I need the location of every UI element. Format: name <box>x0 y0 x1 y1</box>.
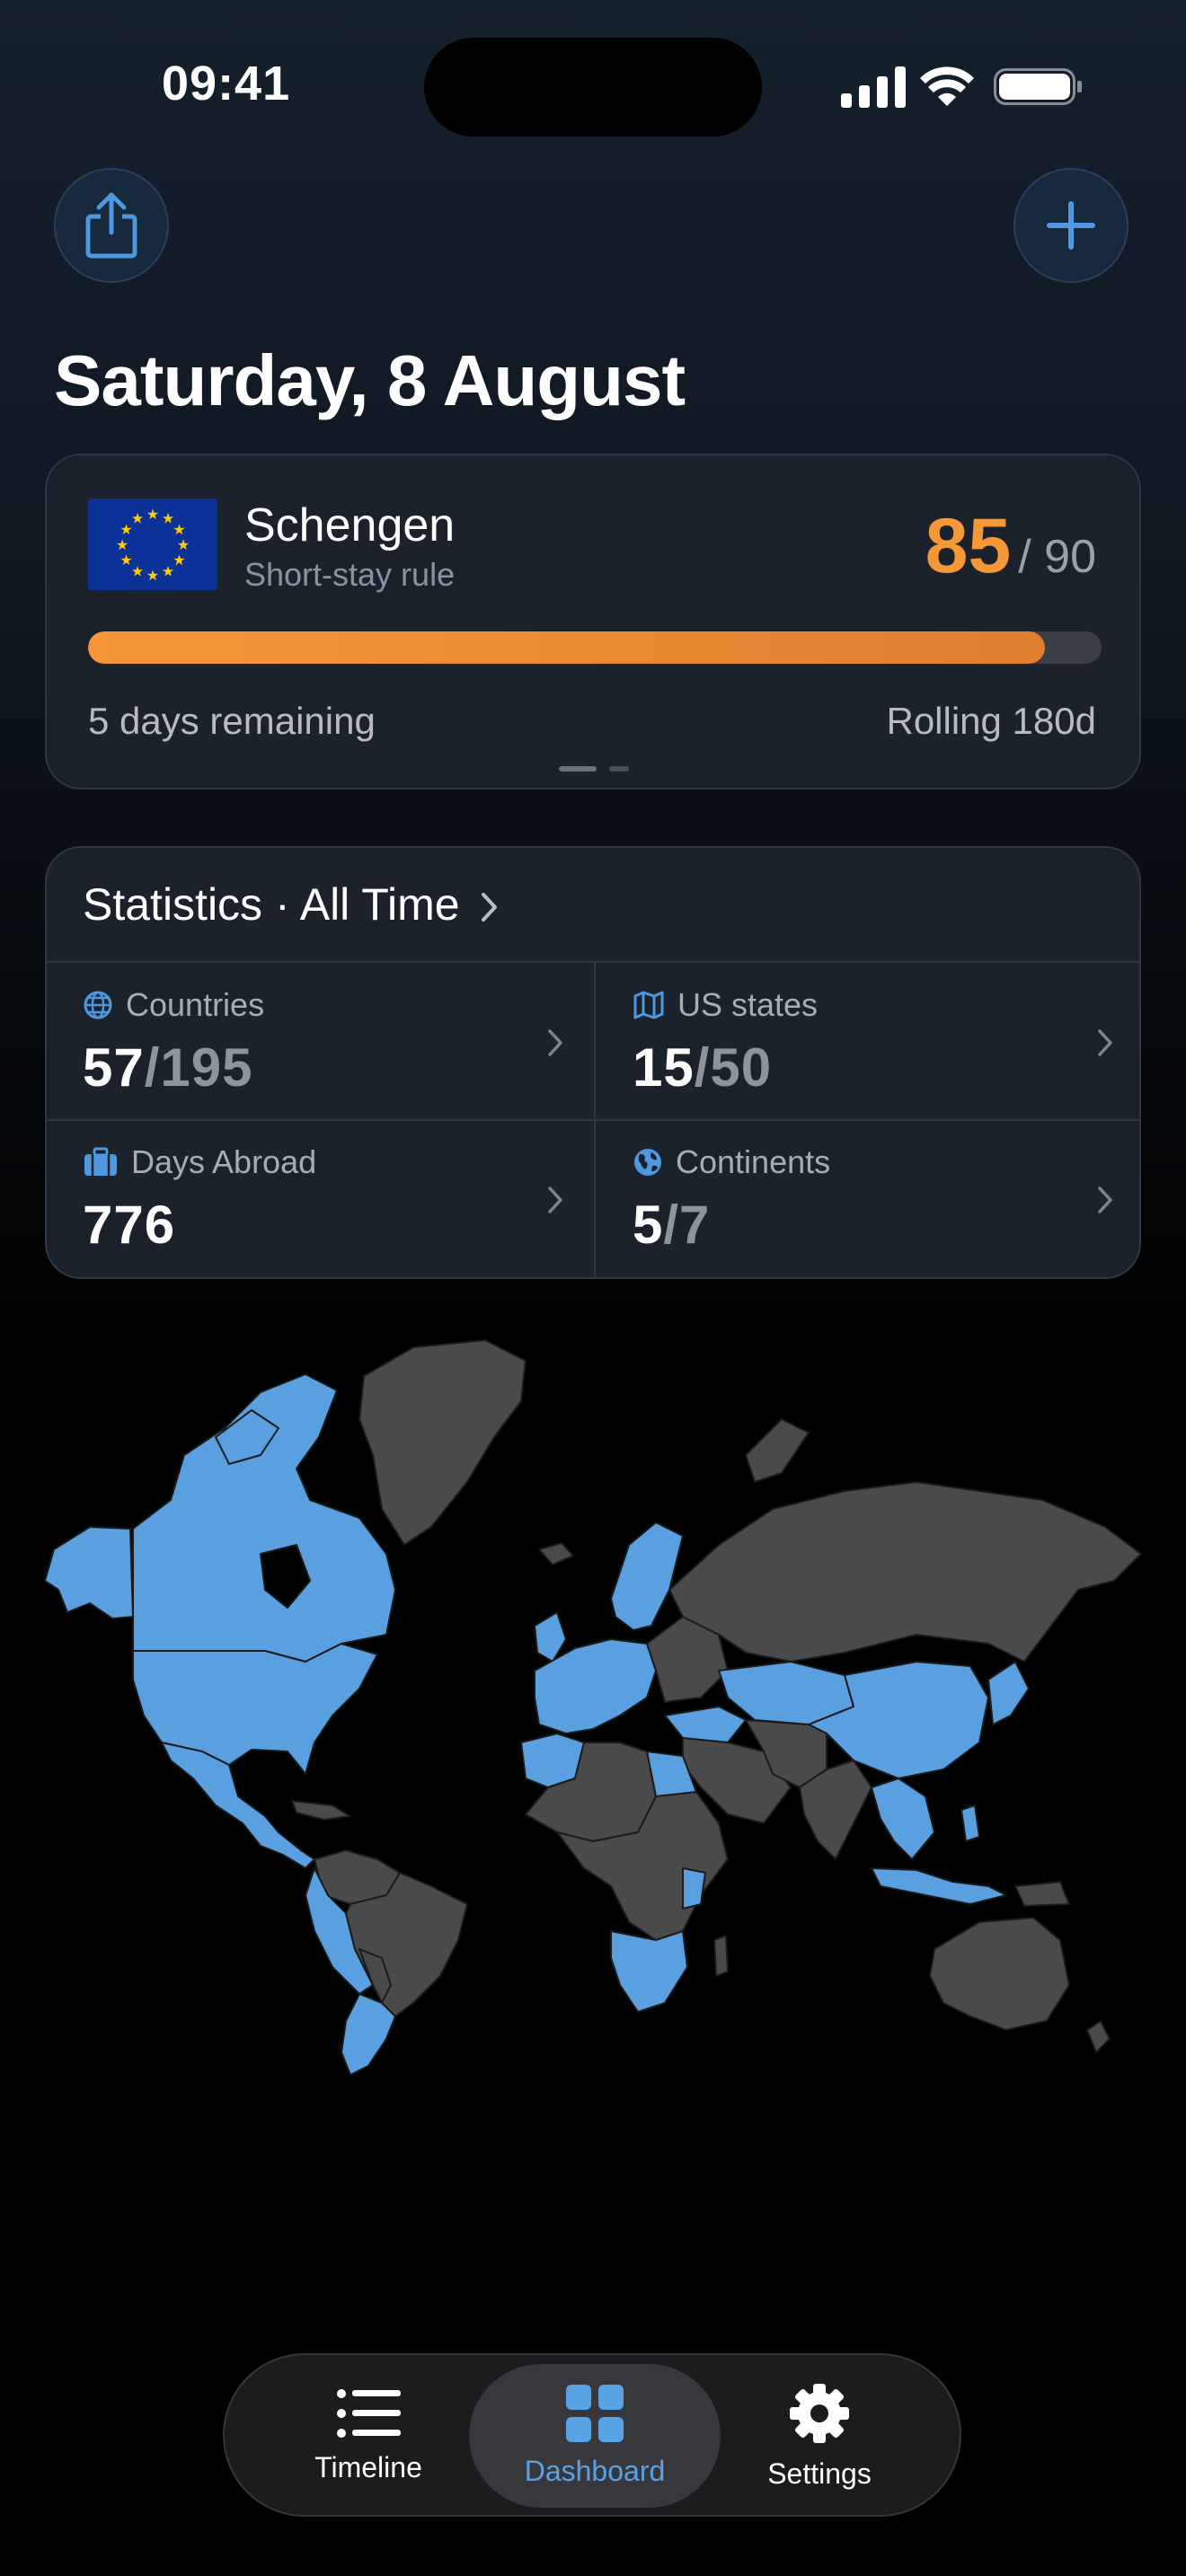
schengen-progress-fill <box>88 631 1045 664</box>
map-region-philippines <box>960 1804 980 1842</box>
stat-value: 15/50 <box>633 1037 772 1098</box>
eu-star: ★ <box>131 564 144 579</box>
stat-count: 5 <box>633 1195 664 1255</box>
stat-value: 57/195 <box>83 1037 253 1098</box>
stat-us-states[interactable]: US states 15/50 <box>597 965 1139 1122</box>
stat-count: 776 <box>83 1195 176 1255</box>
tab-bar: Timeline Dashboard Settings <box>223 2353 961 2517</box>
plus-icon <box>1047 201 1095 250</box>
share-icon <box>85 192 137 259</box>
earth-icon <box>634 1149 661 1176</box>
signal-icon <box>841 66 906 108</box>
stat-value: 776 <box>83 1194 175 1256</box>
map-region-papua <box>1014 1881 1070 1907</box>
stat-days-abroad[interactable]: Days Abroad 776 <box>47 1122 595 1277</box>
map-region-alaska <box>44 1526 134 1619</box>
share-button[interactable] <box>54 168 169 283</box>
statistics-card: Statistics · All Time Countries 57/195 U… <box>45 846 1141 1279</box>
chevron-right-icon <box>548 1187 562 1213</box>
map-region-mexico <box>161 1742 315 1869</box>
tab-label: Settings <box>767 2457 872 2490</box>
eu-star: ★ <box>131 512 144 527</box>
page-dot <box>609 766 629 772</box>
map-region-australia <box>929 1917 1070 2031</box>
map-region-caribbean <box>291 1800 351 1821</box>
statistics-title: Statistics · All Time <box>83 879 460 930</box>
map-region-new-zealand <box>1086 2020 1111 2053</box>
map-region-kenya <box>682 1867 706 1910</box>
tab-timeline[interactable]: Timeline <box>243 2364 494 2508</box>
date-title: Saturday, 8 August <box>54 340 686 420</box>
map-region-novaya-zemlya <box>745 1418 810 1483</box>
map-region-uk <box>534 1611 567 1663</box>
eu-star: ★ <box>177 538 190 553</box>
stat-label: US states <box>677 986 819 1023</box>
stat-count: 57 <box>83 1037 145 1098</box>
page-dot-active <box>559 766 597 772</box>
statistics-header[interactable]: Statistics · All Time <box>47 848 1139 963</box>
page-indicator[interactable] <box>559 766 629 772</box>
status-time: 09:41 <box>162 57 291 110</box>
map-region-turkey <box>664 1706 747 1743</box>
world-map[interactable] <box>36 1320 1150 2075</box>
tab-label: Timeline <box>314 2450 422 2483</box>
map-region-iceland <box>538 1542 574 1566</box>
map-region-japan <box>987 1661 1030 1725</box>
days-remaining: 5 days remaining <box>88 700 376 742</box>
stat-total: /195 <box>144 1037 253 1098</box>
stat-label: Countries <box>126 986 265 1023</box>
eu-flag-icon: ★ ★ ★ ★ ★ ★ ★ ★ ★ ★ ★ ★ <box>88 498 217 590</box>
schengen-title: Schengen <box>244 499 456 551</box>
stat-label: Continents <box>676 1143 831 1180</box>
schengen-day-count: 85 / 90 <box>925 502 1096 591</box>
schengen-progress-bar <box>88 631 1102 664</box>
schengen-card[interactable]: ★ ★ ★ ★ ★ ★ ★ ★ ★ ★ ★ ★ Schengen Short-stay rule 85… <box>45 454 1141 790</box>
stat-total: /50 <box>694 1037 773 1098</box>
chevron-right-icon <box>548 1029 562 1056</box>
eu-star: ★ <box>146 569 159 584</box>
map-region-southern-africa <box>610 1930 688 2013</box>
stat-total: /7 <box>663 1195 711 1255</box>
list-icon <box>337 2388 401 2438</box>
tab-settings[interactable]: Settings <box>694 2364 945 2508</box>
map-region-scandinavia <box>610 1522 684 1631</box>
map-region-indonesia <box>871 1867 1007 1905</box>
status-icons <box>841 66 1082 108</box>
battery-icon <box>994 68 1082 105</box>
map-region-madagascar <box>713 1935 729 1977</box>
add-button[interactable] <box>1013 168 1128 283</box>
map-region-southeast-asia <box>871 1778 935 1860</box>
map-region-greenland <box>358 1339 527 1546</box>
chevron-right-icon <box>481 893 497 922</box>
tab-dashboard[interactable]: Dashboard <box>469 2364 721 2508</box>
days-used: 85 <box>925 503 1012 589</box>
rolling-window: Rolling 180d <box>886 700 1096 742</box>
eu-star: ★ <box>116 538 128 553</box>
stat-label: Days Abroad <box>131 1143 317 1180</box>
days-limit: / 90 <box>1018 531 1096 583</box>
chevron-right-icon <box>1098 1187 1112 1213</box>
tab-label: Dashboard <box>524 2454 666 2487</box>
dynamic-island <box>424 38 762 137</box>
map-region-russia <box>668 1481 1142 1663</box>
stat-continents[interactable]: Continents 5/7 <box>597 1122 1139 1277</box>
grid-icon <box>566 2384 624 2442</box>
eu-star: ★ <box>173 523 185 538</box>
eu-star: ★ <box>119 553 132 569</box>
globe-icon <box>84 991 112 1019</box>
eu-star: ★ <box>173 553 185 569</box>
suitcase-icon <box>84 1147 117 1176</box>
stat-countries[interactable]: Countries 57/195 <box>47 965 595 1122</box>
stat-value: 5/7 <box>633 1194 710 1256</box>
schengen-subtitle: Short-stay rule <box>244 556 456 593</box>
stat-count: 15 <box>633 1037 695 1098</box>
wifi-icon <box>920 66 974 106</box>
map-region-canada <box>132 1373 396 1663</box>
map-icon <box>633 991 664 1019</box>
eu-star: ★ <box>146 507 159 523</box>
chevron-right-icon <box>1098 1029 1112 1056</box>
gear-icon <box>790 2383 849 2443</box>
eu-star: ★ <box>162 564 174 579</box>
